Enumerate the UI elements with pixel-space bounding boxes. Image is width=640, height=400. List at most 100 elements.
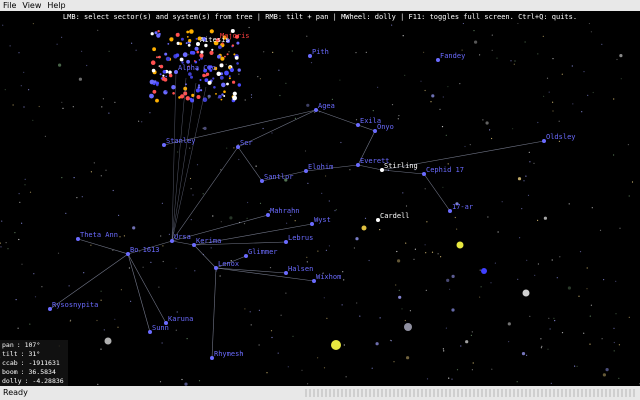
menu-help[interactable]: Help	[44, 0, 68, 11]
background-star	[72, 106, 74, 108]
system-node[interactable]: 17-ar	[448, 203, 473, 213]
background-star	[161, 342, 163, 344]
background-star	[592, 91, 594, 94]
background-star	[9, 45, 11, 47]
background-star	[473, 30, 475, 32]
system-label: Wixhom	[316, 273, 341, 281]
menu-view[interactable]: View	[19, 0, 44, 11]
system-node[interactable]: Onyo	[373, 123, 394, 133]
background-star	[249, 311, 251, 313]
system-node[interactable]: Bo 1613	[126, 246, 160, 256]
system-node[interactable]: Wixhom	[312, 273, 341, 283]
cluster-star	[198, 84, 200, 87]
system-node[interactable]: Pith	[308, 48, 329, 58]
background-star	[442, 348, 444, 350]
background-star	[365, 51, 367, 53]
menu-file[interactable]: File	[0, 0, 19, 11]
background-star	[90, 171, 92, 173]
system-node[interactable]: Agea	[314, 102, 335, 112]
cluster-star	[233, 53, 236, 56]
system-node[interactable]: Fandey	[436, 52, 465, 62]
background-star	[620, 78, 622, 80]
system-node[interactable]: Aitesis	[196, 36, 230, 46]
readout-pan: pan: 107°	[2, 341, 41, 349]
system-node[interactable]: Alpha Cro	[174, 64, 216, 74]
cluster-star	[213, 86, 216, 89]
background-star	[511, 128, 514, 130]
route-line	[193, 244, 217, 269]
system-label: Rhymesh	[214, 350, 244, 358]
background-star	[397, 259, 401, 263]
background-star	[243, 223, 246, 225]
background-star	[23, 106, 25, 108]
system-node[interactable]: Cardell	[376, 212, 410, 222]
background-star	[105, 169, 107, 171]
cluster-star	[165, 90, 168, 93]
background-star	[244, 99, 246, 101]
background-star	[277, 352, 279, 354]
system-node[interactable]: Stanley	[162, 137, 196, 147]
background-star	[280, 314, 282, 316]
system-node[interactable]: Oldsley	[542, 133, 576, 143]
system-label: Kerima	[196, 237, 221, 245]
background-star	[395, 284, 397, 286]
background-star	[501, 201, 503, 203]
background-star	[162, 260, 164, 263]
background-star	[615, 313, 617, 315]
background-star	[269, 267, 272, 269]
system-node[interactable]: Ursa	[170, 233, 191, 243]
system-node[interactable]: Cephid 17	[422, 166, 464, 176]
system-node[interactable]: Mahrahn	[266, 207, 300, 217]
system-node[interactable]: Santlor	[260, 173, 294, 183]
route-line	[171, 146, 239, 242]
system-node[interactable]: Theta Ann	[76, 231, 118, 241]
system-node[interactable]: Ser	[236, 139, 253, 149]
system-label: Rysosnypita	[52, 301, 98, 309]
system-label: Aitesis	[200, 36, 230, 44]
background-star	[524, 41, 526, 43]
background-star	[61, 177, 63, 179]
large-star	[481, 268, 487, 274]
route-line	[77, 238, 129, 255]
background-star	[537, 263, 540, 265]
cluster-star	[232, 91, 237, 96]
background-star	[343, 279, 345, 281]
background-star	[549, 328, 551, 330]
cluster-star	[200, 89, 203, 92]
route-line	[127, 253, 151, 333]
system-node[interactable]: Rysosnypita	[48, 301, 98, 311]
cluster-star	[172, 92, 175, 95]
background-star	[310, 62, 313, 64]
background-star	[431, 251, 434, 253]
background-star	[574, 365, 576, 367]
system-node[interactable]: Glimmer	[244, 248, 278, 258]
system-node[interactable]: Wyst	[310, 216, 331, 226]
system-node[interactable]: Kerima	[192, 237, 221, 247]
background-star	[355, 52, 357, 54]
star-map-viewport[interactable]: Majoris Aitesis Alpha Cro Pith Fandey Agea Exi…	[0, 23, 640, 386]
background-star	[618, 344, 621, 346]
background-star	[307, 182, 309, 184]
background-star	[516, 381, 518, 383]
system-node[interactable]: Elohim	[304, 163, 333, 173]
system-node[interactable]: Rhymesh	[210, 350, 244, 360]
background-star	[100, 290, 102, 292]
system-node[interactable]: Lebrus	[284, 234, 313, 244]
background-star	[548, 91, 550, 93]
system-node[interactable]: Sunn	[148, 324, 169, 334]
background-star	[33, 273, 35, 275]
system-node[interactable]: Halsen	[284, 265, 313, 275]
background-star	[14, 232, 16, 234]
background-star	[294, 117, 296, 119]
background-star	[340, 141, 342, 144]
status-grip[interactable]	[305, 389, 635, 397]
background-star	[430, 101, 432, 103]
star-map-canvas[interactable]: MajorisAitesisAlpha CroPith FandeyAgeaExi…	[0, 23, 640, 386]
background-star	[314, 111, 316, 114]
background-star	[482, 119, 484, 121]
background-star	[62, 107, 64, 109]
system-label: Theta Ann	[80, 231, 118, 239]
background-star	[613, 341, 615, 344]
background-star	[18, 238, 20, 241]
background-star	[491, 368, 493, 370]
